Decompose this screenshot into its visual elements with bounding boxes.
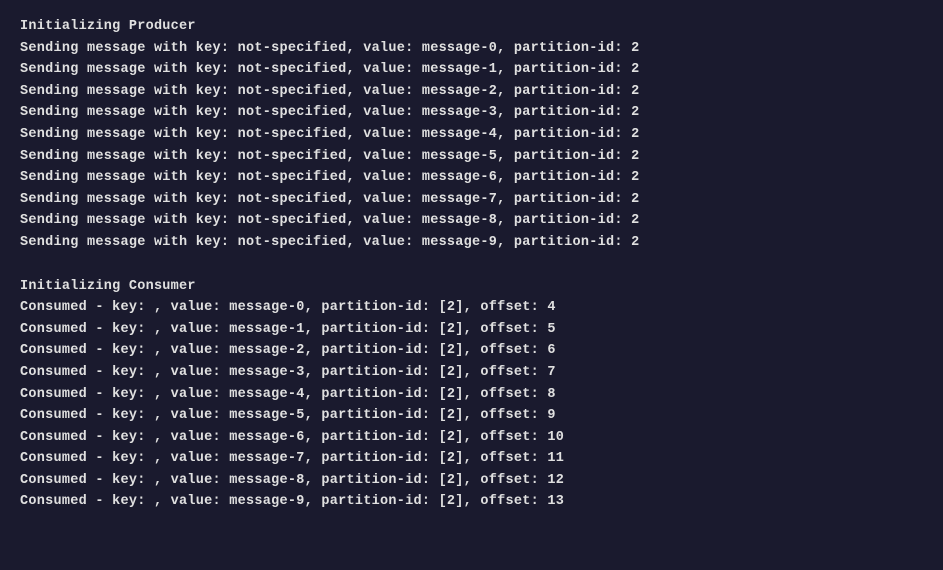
terminal-line: Sending message with key: not-specified,… [20, 81, 923, 103]
terminal-line: Sending message with key: not-specified,… [20, 210, 923, 232]
terminal-line: Consumed - key: , value: message-7, part… [20, 448, 923, 470]
terminal-line: Sending message with key: not-specified,… [20, 189, 923, 211]
terminal-line: Consumed - key: , value: message-1, part… [20, 319, 923, 341]
terminal-line: Consumed - key: , value: message-9, part… [20, 491, 923, 513]
terminal-output: Initializing ProducerSending message wit… [0, 0, 943, 570]
blank-line [20, 254, 923, 276]
terminal-line: Consumed - key: , value: message-6, part… [20, 427, 923, 449]
terminal-line: Sending message with key: not-specified,… [20, 167, 923, 189]
terminal-line: Consumed - key: , value: message-0, part… [20, 297, 923, 319]
terminal-line: Consumed - key: , value: message-8, part… [20, 470, 923, 492]
terminal-line: Sending message with key: not-specified,… [20, 232, 923, 254]
terminal-line: Sending message with key: not-specified,… [20, 102, 923, 124]
terminal-line: Consumed - key: , value: message-4, part… [20, 384, 923, 406]
terminal-line: Initializing Producer [20, 16, 923, 38]
terminal-line: Sending message with key: not-specified,… [20, 38, 923, 60]
terminal-line: Sending message with key: not-specified,… [20, 146, 923, 168]
terminal-line: Consumed - key: , value: message-3, part… [20, 362, 923, 384]
terminal-line: Sending message with key: not-specified,… [20, 59, 923, 81]
terminal-line: Sending message with key: not-specified,… [20, 124, 923, 146]
terminal-line: Initializing Consumer [20, 276, 923, 298]
terminal-line: Consumed - key: , value: message-5, part… [20, 405, 923, 427]
terminal-line: Consumed - key: , value: message-2, part… [20, 340, 923, 362]
